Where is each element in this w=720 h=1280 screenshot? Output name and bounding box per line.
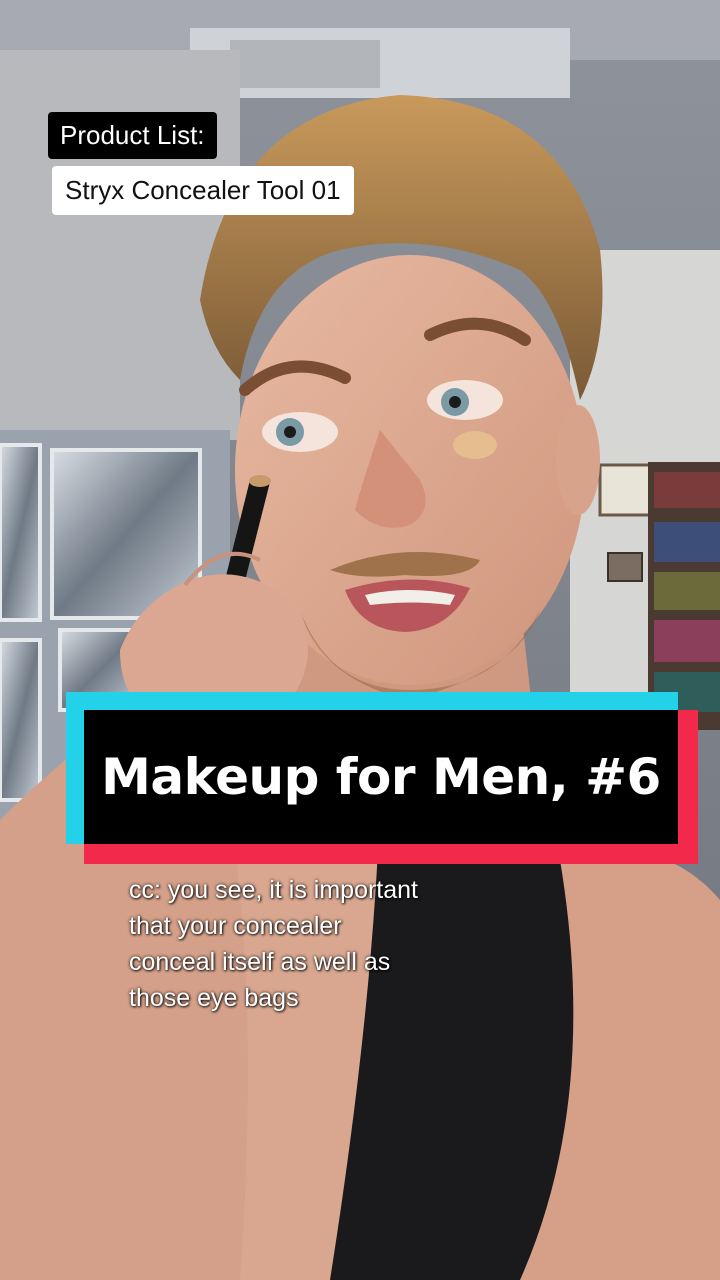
title-banner-box: Makeup for Men, #6 [84,710,678,844]
title-banner: Makeup for Men, #6 [66,692,698,864]
caption-line: conceal itself as well as [129,948,391,976]
caption-line: those eye bags [129,984,299,1012]
closed-caption: cc: you see, it is important that your c… [129,872,489,1016]
product-list-label: Product List: [48,112,217,159]
caption-line: that your concealer [129,912,342,940]
caption-line: cc: you see, it is important [129,876,419,904]
title-banner-text: Makeup for Men, #6 [101,748,661,806]
product-list-item[interactable]: Stryx Concealer Tool 01 [52,166,354,215]
